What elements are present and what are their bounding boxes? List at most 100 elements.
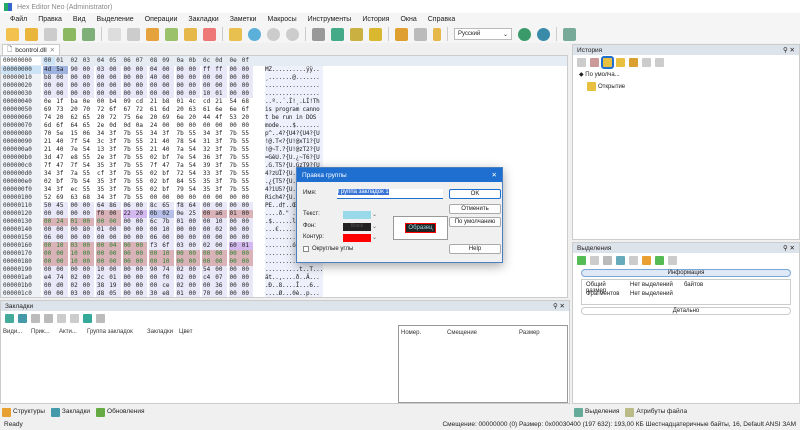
hex-byte[interactable]: 36 — [202, 154, 214, 162]
hex-byte[interactable]: 40 — [55, 146, 67, 154]
hex-byte[interactable]: 78 — [176, 138, 188, 146]
hex-byte[interactable]: 00 — [82, 218, 94, 226]
hex-byte[interactable]: 00 — [202, 282, 214, 290]
hex-byte[interactable]: 00 — [43, 82, 55, 90]
undo-icon[interactable] — [108, 28, 121, 41]
hex-byte[interactable]: 01 — [176, 218, 188, 226]
hex-byte[interactable]: 70 — [43, 130, 55, 138]
hex-byte[interactable]: 3f — [108, 130, 120, 138]
hex-byte[interactable]: 22 — [123, 210, 135, 218]
add-bookmark-icon[interactable] — [5, 314, 14, 323]
hex-byte[interactable]: 7b — [229, 130, 241, 138]
hex-byte[interactable]: e8 — [70, 154, 82, 162]
hex-byte[interactable]: 00 — [82, 258, 94, 266]
hex-byte[interactable]: 55 — [241, 154, 253, 162]
hex-byte[interactable]: 34 — [43, 170, 55, 178]
hex-byte[interactable]: 86 — [108, 202, 120, 210]
hex-byte[interactable]: 00 — [149, 82, 161, 90]
hex-byte[interactable]: 00 — [241, 258, 253, 266]
hex-byte[interactable]: 00 — [123, 258, 135, 266]
hex-byte[interactable]: 02 — [176, 274, 188, 282]
hex-row[interactable]: 000000706d6f64652e0d0d0a2400000000000000… — [1, 122, 567, 130]
hex-byte[interactable]: 3f — [214, 170, 226, 178]
hex-byte[interactable]: 00 — [55, 258, 67, 266]
hex-byte[interactable]: 54 — [188, 186, 200, 194]
hex-byte[interactable]: 21 — [149, 98, 161, 106]
hex-byte[interactable]: 01 — [96, 226, 108, 234]
hex-byte[interactable]: 84 — [176, 178, 188, 186]
hex-byte[interactable]: ce — [161, 282, 173, 290]
hex-byte[interactable]: 01 — [176, 290, 188, 298]
hex-byte[interactable]: 00 — [229, 234, 241, 242]
hex-byte[interactable]: 02 — [70, 282, 82, 290]
hex-byte[interactable]: 7f — [43, 162, 55, 170]
history-back-icon[interactable] — [577, 58, 586, 67]
save-as-icon[interactable] — [63, 28, 76, 41]
name-input[interactable]: Группа закладок 1 — [337, 189, 443, 199]
hex-row[interactable]: 000001c000000300d805000030e8010070000000… — [1, 290, 567, 298]
goto-icon[interactable] — [229, 28, 242, 41]
hex-byte[interactable]: 02 — [43, 178, 55, 186]
hex-byte[interactable]: 52 — [43, 194, 55, 202]
hex-byte[interactable]: 00 — [202, 194, 214, 202]
hex-byte[interactable]: 0d — [123, 122, 135, 130]
hex-byte[interactable]: 00 — [135, 202, 147, 210]
hex-byte[interactable]: 00 — [241, 210, 253, 218]
new-file-icon[interactable] — [6, 28, 19, 41]
hex-byte[interactable]: 7b — [123, 194, 135, 202]
hex-row[interactable]: 0000005069732070726f6772616d2063616e6e6f… — [1, 106, 567, 114]
open-file-icon[interactable] — [25, 28, 38, 41]
hex-byte[interactable]: 00 — [161, 90, 173, 98]
hex-byte[interactable]: 07 — [214, 274, 226, 282]
hex-byte[interactable]: 55 — [82, 170, 94, 178]
hex-byte[interactable]: 00 — [214, 234, 226, 242]
hex-byte[interactable]: 68 — [241, 98, 253, 106]
hex-byte[interactable]: 69 — [161, 114, 173, 122]
hex-byte[interactable]: 00 — [176, 74, 188, 82]
hex-byte[interactable]: 00 — [135, 66, 147, 74]
eraser-icon[interactable] — [203, 28, 216, 41]
pin-close-icon[interactable]: ⚲ ✕ — [783, 244, 795, 252]
hex-byte[interactable]: 72 — [135, 106, 147, 114]
hex-byte[interactable]: 6e — [135, 114, 147, 122]
hex-byte[interactable]: 00 — [96, 250, 108, 258]
hex-byte[interactable]: 00 — [123, 290, 135, 298]
ok-button[interactable]: OK — [449, 189, 501, 199]
hex-byte[interactable]: 69 — [55, 194, 67, 202]
hex-byte[interactable]: 02 — [70, 274, 82, 282]
hex-byte[interactable]: 00 — [149, 274, 161, 282]
hex-byte[interactable]: 00 — [229, 250, 241, 258]
hex-byte[interactable]: 00 — [55, 210, 67, 218]
hex-byte[interactable]: 7b — [123, 130, 135, 138]
menu-item[interactable]: Выделение — [97, 16, 134, 23]
hex-byte[interactable]: 7b — [123, 146, 135, 154]
hex-byte[interactable]: 55 — [188, 178, 200, 186]
hex-byte[interactable]: 60 — [229, 242, 241, 250]
hex-byte[interactable]: 00 — [123, 218, 135, 226]
hex-byte[interactable]: 65 — [82, 114, 94, 122]
hex-byte[interactable]: 21 — [149, 146, 161, 154]
hex-byte[interactable]: 7b — [123, 154, 135, 162]
hex-byte[interactable]: 7b — [229, 178, 241, 186]
hex-byte[interactable]: f0 — [96, 210, 108, 218]
bookmark-prev-icon[interactable] — [57, 314, 66, 323]
hex-byte[interactable]: 00 — [241, 218, 253, 226]
hex-byte[interactable]: 00 — [202, 122, 214, 130]
hex-byte[interactable]: 24 — [55, 218, 67, 226]
hex-byte[interactable]: 7f — [149, 162, 161, 170]
hex-byte[interactable]: 7f — [70, 162, 82, 170]
hex-byte[interactable]: 34 — [149, 130, 161, 138]
hex-byte[interactable]: 01 — [176, 98, 188, 106]
hex-byte[interactable]: 00 — [43, 282, 55, 290]
hex-byte[interactable]: 00 — [96, 98, 108, 106]
globe-add-icon[interactable] — [518, 28, 531, 41]
hex-byte[interactable]: 00 — [176, 66, 188, 74]
hex-byte[interactable]: 00 — [176, 234, 188, 242]
edit-icon[interactable] — [331, 28, 344, 41]
hex-byte[interactable]: 00 — [188, 290, 200, 298]
hex-byte[interactable]: 00 — [149, 90, 161, 98]
hex-byte[interactable]: 7b — [229, 186, 241, 194]
hex-byte[interactable]: 00 — [55, 234, 67, 242]
hex-byte[interactable]: 80 — [82, 226, 94, 234]
hex-byte[interactable]: 0e — [176, 210, 188, 218]
